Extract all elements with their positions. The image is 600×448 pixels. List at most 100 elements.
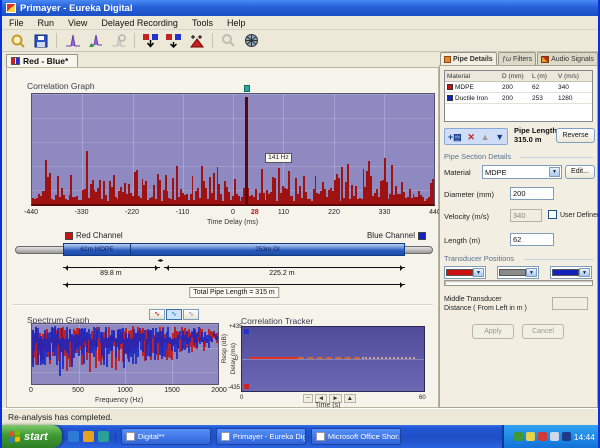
x-tick: 500 <box>72 387 84 394</box>
taskbar-task-digital[interactable]: Digital** <box>121 428 211 445</box>
tab-filters[interactable]: ƒω Filters <box>498 52 536 65</box>
menubar: File Run View Delayed Recording Tools He… <box>2 16 600 30</box>
pipe-sections-bar[interactable]: 62m MDPE 253m DI <box>63 243 405 256</box>
delete-section-icon[interactable]: ✕ <box>467 132 475 142</box>
pipe-length-value: 315.0 m <box>514 135 559 144</box>
tray-icon-3[interactable] <box>538 432 547 441</box>
toolbar-separator <box>134 33 135 48</box>
add-section-icon[interactable]: +▤ <box>448 132 462 142</box>
quick-launch-icon-2[interactable] <box>83 431 94 442</box>
taskbar-task-office[interactable]: Microsoft Office Shor... <box>311 428 401 445</box>
tracker-nav-up[interactable]: ▲ <box>344 394 356 403</box>
menu-file[interactable]: File <box>2 18 31 28</box>
middle-transducer-label-line2: Distance ( From Left in m ) <box>444 305 527 312</box>
download-red-blue-button[interactable] <box>140 31 161 50</box>
edit-material-button[interactable]: Edit... <box>565 165 595 179</box>
middle-transducer-select[interactable]: ▼ <box>497 266 539 279</box>
system-tray: 14:44 <box>502 425 600 448</box>
start-label: start <box>24 431 48 443</box>
start-button[interactable]: start <box>2 425 62 448</box>
titlebar[interactable]: Primayer - Eureka Digital <box>2 0 600 16</box>
menu-delayed-recording[interactable]: Delayed Recording <box>94 18 185 28</box>
tray-icon-2[interactable] <box>526 432 535 441</box>
chevron-down-icon[interactable]: ▼ <box>549 167 560 177</box>
pipe-segment-di[interactable]: 253m DI <box>131 244 404 255</box>
apply-button[interactable]: Apply <box>472 324 514 339</box>
spectrum-blue-toggle[interactable]: ∿ <box>166 309 182 320</box>
diameter-input[interactable]: 200 <box>510 187 554 200</box>
header-material: Material <box>445 73 502 80</box>
import-peak-button[interactable] <box>85 31 106 50</box>
quick-launch-icon-1[interactable] <box>68 431 79 442</box>
chevron-down-icon[interactable]: ▼ <box>473 268 484 277</box>
window-title: Primayer - Eureka Digital <box>20 3 132 14</box>
reverse-button[interactable]: Reverse <box>556 128 595 143</box>
transducer-setup-button[interactable] <box>186 31 207 50</box>
pipe-dimensions: ◂▸ 89.8 m 225.2 m Total Pipe Length = 31… <box>63 261 405 295</box>
x-tick: 0 <box>231 209 235 216</box>
noise-bar <box>86 151 88 204</box>
diameter-label: Diameter (mm) <box>444 190 494 199</box>
task-icon <box>126 432 135 441</box>
table-row[interactable]: MDPE 200 62 340 <box>445 82 592 93</box>
table-row[interactable]: Ductile Iron 200 253 1280 <box>445 93 592 104</box>
pipe-length-label: Pipe Length: <box>514 126 559 135</box>
correlation-peak-button[interactable] <box>62 31 83 50</box>
material-label: Material <box>444 168 471 177</box>
peak-frequency-tag: 141 Hz <box>265 153 292 163</box>
quick-launch-icon-3[interactable] <box>98 431 109 442</box>
pipe-materials-table[interactable]: Material D (mm) L (m) V (m/s) MDPE 200 6… <box>444 70 593 122</box>
tab-pipe-details[interactable]: Pipe Details <box>440 52 497 65</box>
tracker-plot[interactable] <box>241 326 425 392</box>
correlation-graph-title: Correlation Graph <box>27 81 95 91</box>
zoom-button[interactable] <box>218 31 239 50</box>
transducer-position-slider[interactable] <box>444 280 593 286</box>
dimension-left-label: 89.8 m <box>100 270 121 277</box>
tracker-nav-minus[interactable]: − <box>303 394 313 403</box>
x-tick: 110 <box>278 209 289 216</box>
menu-help[interactable]: Help <box>220 18 253 28</box>
tab-audio-signals[interactable]: Audio Signals <box>537 52 598 65</box>
tab-red-blue[interactable]: Red - Blue* <box>6 54 78 67</box>
cell-length: 253 <box>532 95 558 102</box>
web-link-button[interactable] <box>241 31 262 50</box>
spectrum-plot[interactable] <box>31 323 219 385</box>
correlation-xticks: -440-330-220-110011022033044028 <box>31 209 435 218</box>
length-input[interactable]: 62 <box>510 233 554 246</box>
tracker-xtick-end: 60 <box>419 395 426 401</box>
blue-transducer-select[interactable]: ▼ <box>550 266 592 279</box>
peak-cursor-flag[interactable] <box>244 85 250 92</box>
cell-material: Ductile Iron <box>455 95 488 102</box>
cell-velocity: 1280 <box>558 95 590 102</box>
correlation-plot[interactable]: 141 Hz <box>31 93 435 206</box>
menu-run[interactable]: Run <box>31 18 62 28</box>
tray-icon-5[interactable] <box>562 432 571 441</box>
transducer-positions-title: Transducer Positions <box>444 254 514 263</box>
tracker-xtick-start: 0 <box>240 395 243 401</box>
chevron-down-icon[interactable]: ▼ <box>579 268 590 277</box>
tray-icon-4[interactable] <box>550 432 559 441</box>
gray-swatch <box>499 269 526 276</box>
red-transducer-select[interactable]: ▼ <box>444 266 486 279</box>
sort-down-icon[interactable]: ▼ <box>495 132 504 142</box>
chevron-down-icon[interactable]: ▼ <box>526 268 537 277</box>
save-button[interactable] <box>30 31 51 50</box>
tray-icon-1[interactable] <box>514 432 523 441</box>
task-label: Digital** <box>138 432 165 441</box>
menu-tools[interactable]: Tools <box>185 18 220 28</box>
spectrum-bars <box>32 324 218 384</box>
menu-view[interactable]: View <box>61 18 94 28</box>
cancel-button[interactable]: Cancel <box>522 324 564 339</box>
move-up-icon[interactable]: ▲ <box>481 132 490 142</box>
zoom-peak-button[interactable] <box>108 31 129 50</box>
material-select[interactable]: MDPE ▼ <box>482 165 562 179</box>
taskbar-task-primayer[interactable]: Primayer - Eureka Dig... <box>216 428 306 445</box>
user-defined-checkbox[interactable] <box>548 210 557 219</box>
spectrum-gray-toggle[interactable]: ∿ <box>183 309 199 320</box>
upload-red-blue-button[interactable] <box>163 31 184 50</box>
pipe-table-toolbar: +▤ ✕ ▲ ▼ <box>444 128 508 145</box>
pipe-segment-mdpe[interactable]: 62m MDPE <box>64 244 131 255</box>
new-analysis-button[interactable] <box>7 31 28 50</box>
dimension-line-right <box>164 267 405 268</box>
spectrum-red-toggle[interactable]: ∿ <box>149 309 165 320</box>
